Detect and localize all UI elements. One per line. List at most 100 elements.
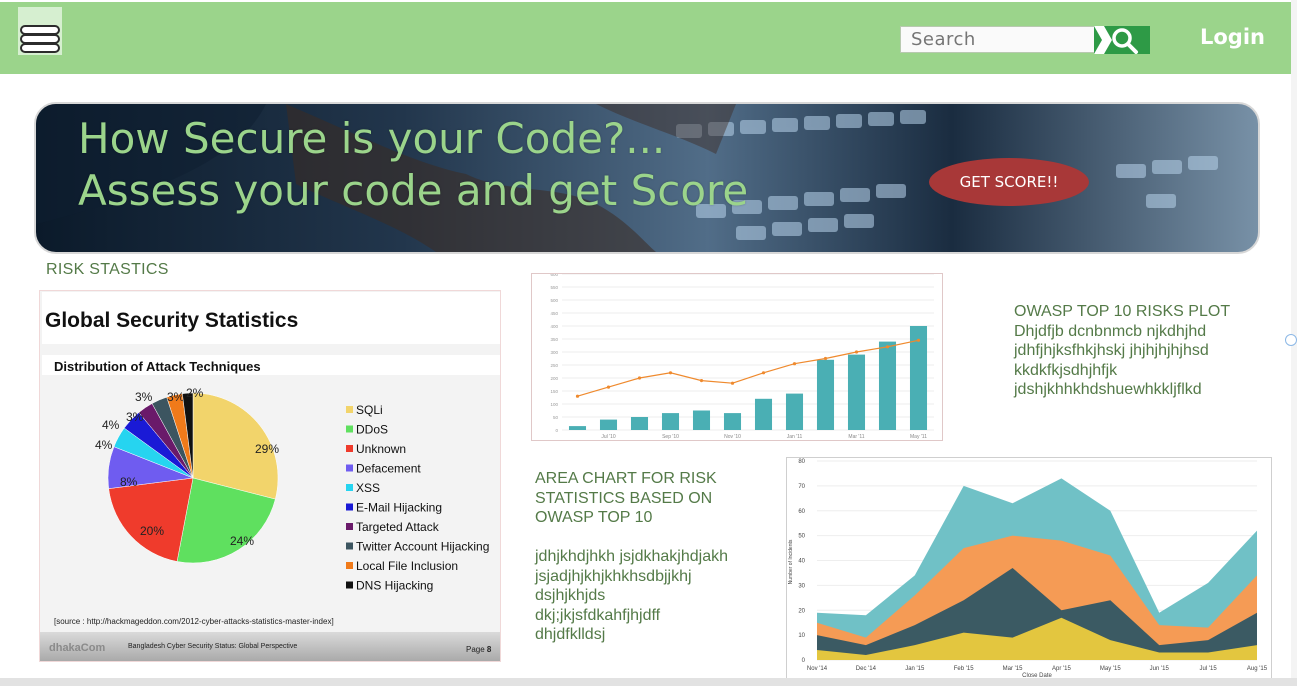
pie-slice-label: 24% xyxy=(230,534,254,548)
trend-point xyxy=(854,350,859,354)
x-tick-label: Feb '15 xyxy=(954,666,974,672)
legend-label: Local File Inclusion xyxy=(356,559,458,573)
card-header: Global Security Statistics xyxy=(42,292,500,344)
trend-point xyxy=(823,356,828,361)
page-number: 8 xyxy=(486,645,492,654)
legend-label: DNS Hijacking xyxy=(356,579,433,593)
pie-slice-label: 8% xyxy=(120,475,138,489)
area-chart-description: AREA CHART FOR RISK STATISTICS BASED ON … xyxy=(535,469,770,645)
bar-line-chart-container: 0 50 100 150 200 250 300 350 400 450 500 550 600 Jul … xyxy=(531,272,943,441)
area-title-line: AREA CHART FOR RISK xyxy=(535,470,717,487)
y-tick-label: 60 xyxy=(798,509,805,515)
owasp-line: kkdkfkjsdhjhfjk xyxy=(1014,361,1118,379)
pie-slice-label: 2% xyxy=(186,386,204,400)
y-tick-label: 400 xyxy=(550,324,558,329)
legend-swatch xyxy=(346,581,353,589)
footer-brand: dhakaCom xyxy=(49,642,106,654)
bar xyxy=(785,393,804,430)
legend-label: Targeted Attack xyxy=(356,520,440,534)
y-tick-label: 0 xyxy=(555,428,558,433)
area-title-line: STATISTICS BASED ON xyxy=(535,489,713,507)
search-button[interactable] xyxy=(1094,26,1150,54)
trend-point xyxy=(575,394,580,398)
attack-techniques-pie-chart: 29%24%20%8%4%4%3%3% 3% 2%SQLiDDoSUnknownDe… xyxy=(95,386,489,593)
pie-slice-label: 4% xyxy=(102,418,120,432)
y-tick-label: 0 xyxy=(802,658,806,664)
login-link[interactable]: Login xyxy=(1200,25,1265,49)
y-tick-label: 250 xyxy=(550,363,558,368)
legend-swatch xyxy=(346,523,353,530)
area-chart-container: 0 10 20 30 40 50 60 70 80 Nov '14 Dec '14 Jan '15 Fe… xyxy=(786,457,1272,678)
y-tick-label: 50 xyxy=(798,534,805,540)
bar xyxy=(723,413,742,430)
x-tick-label: Mar '15 xyxy=(1003,666,1023,672)
search-input[interactable] xyxy=(900,26,1096,53)
bar xyxy=(754,398,773,430)
area-text-line: jdhjkhdjhkh jsjdkhakjhdjakh xyxy=(535,548,729,565)
legend-swatch xyxy=(346,445,353,452)
legend-swatch xyxy=(346,406,353,413)
pie-slice-label: 3% xyxy=(135,390,153,404)
card-subtitle: Distribution of Attack Techniques xyxy=(54,359,261,374)
bar xyxy=(630,417,649,430)
hamburger-menu-button[interactable] xyxy=(18,7,62,55)
y-tick-label: 70 xyxy=(798,484,805,490)
area-title-line: OWASP TOP 10 xyxy=(535,509,653,526)
hero-banner: How Secure is your Code?... Assess your … xyxy=(34,102,1260,254)
trend-point xyxy=(637,376,642,380)
bar xyxy=(878,341,897,430)
y-tick-label: 450 xyxy=(550,311,558,316)
owasp-line: jdshjkhhkhdshuewhkkljflkd xyxy=(1014,381,1202,398)
pie-slice-label: 4% xyxy=(95,438,113,452)
y-tick-label: 10 xyxy=(798,633,805,639)
y-tick-label: 350 xyxy=(550,337,558,342)
y-tick-label: 100 xyxy=(550,402,558,407)
bar xyxy=(847,354,866,430)
legend-label: Unknown xyxy=(356,442,406,456)
bar xyxy=(661,413,680,430)
owasp-line: Dhjdfjb dcnbnmcb njkdhjhd xyxy=(1014,322,1207,340)
legend-label: Twitter Account Hijacking xyxy=(356,540,489,554)
get-score-button[interactable]: GET SCORE!! xyxy=(929,158,1089,206)
card-footer: dhakaCom Bangladesh Cyber Security Statu… xyxy=(40,632,500,661)
y-tick-label: 550 xyxy=(550,285,558,290)
bar xyxy=(692,410,711,430)
trend-point xyxy=(916,338,921,342)
trend-point xyxy=(885,345,890,349)
top-navbar: Login xyxy=(0,2,1291,74)
legend-label: SQLi xyxy=(356,403,383,417)
x-tick-label: Jan '15 xyxy=(905,666,925,672)
bar xyxy=(568,426,587,430)
legend-label: E-Mail Hijacking xyxy=(356,501,442,515)
horizontal-scrollbar[interactable] xyxy=(0,678,1297,686)
y-tick-label: 600 xyxy=(550,274,558,277)
x-tick-label: Jan '11 xyxy=(787,434,803,440)
trend-point xyxy=(699,379,704,383)
x-tick-label: Mar '11 xyxy=(848,434,864,440)
x-tick-label: May '15 xyxy=(1100,666,1121,672)
legend-swatch xyxy=(346,562,353,569)
y-axis-title: Number of Incidents xyxy=(788,539,794,584)
x-tick-label: Apr '15 xyxy=(1052,666,1071,672)
x-tick-label: May '11 xyxy=(910,434,927,440)
y-tick-label: 30 xyxy=(798,583,805,589)
trend-point xyxy=(792,362,797,366)
y-tick-label: 50 xyxy=(553,415,559,420)
menu-icon-bar xyxy=(20,43,60,53)
page-label: Page xyxy=(466,645,485,654)
search-icon xyxy=(1094,26,1138,54)
y-tick-label: 20 xyxy=(798,608,805,614)
scroll-handle[interactable] xyxy=(1285,334,1297,346)
owasp-title: OWASP TOP 10 RISKS PLOT xyxy=(1014,303,1231,320)
area-text-line: dkj;jkjsfdkahfjhjdff xyxy=(535,606,661,624)
x-tick-label: Aug '15 xyxy=(1247,666,1268,672)
trend-point xyxy=(668,371,673,375)
legend-label: DDoS xyxy=(356,423,388,437)
trend-point xyxy=(606,385,611,389)
y-tick-label: 40 xyxy=(798,559,805,565)
footer-page: Page 8 xyxy=(466,645,491,654)
pie-slice-label: 20% xyxy=(140,524,164,538)
card-title: Global Security Statistics xyxy=(45,309,299,332)
y-tick-label: 80 xyxy=(798,459,805,465)
legend-label: XSS xyxy=(356,481,380,495)
